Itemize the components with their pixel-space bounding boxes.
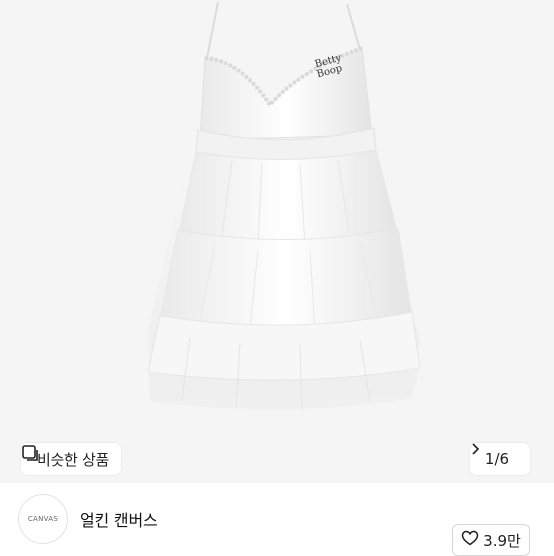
- shop-avatar[interactable]: CANVAS: [18, 494, 68, 544]
- dress-illustration: Betty Boop: [147, 1, 421, 411]
- similar-products-button[interactable]: 비슷한 상품: [21, 443, 121, 475]
- shop-avatar-text: CANVAS: [27, 515, 59, 523]
- image-counter[interactable]: 1/6: [470, 443, 530, 475]
- heart-outline-icon: [461, 530, 479, 550]
- like-count: 3.9만: [483, 531, 521, 550]
- shop-bar: CANVAS 얼킨 캔버스 3.9만: [0, 483, 554, 556]
- shop-name[interactable]: 얼킨 캔버스: [80, 507, 158, 531]
- similar-products-label: 비슷한 상품: [37, 450, 109, 469]
- image-counter-label: 1/6: [484, 450, 510, 468]
- product-image[interactable]: Betty Boop 비슷한 상품 1/6: [0, 0, 554, 483]
- like-button[interactable]: 3.9만: [452, 524, 530, 556]
